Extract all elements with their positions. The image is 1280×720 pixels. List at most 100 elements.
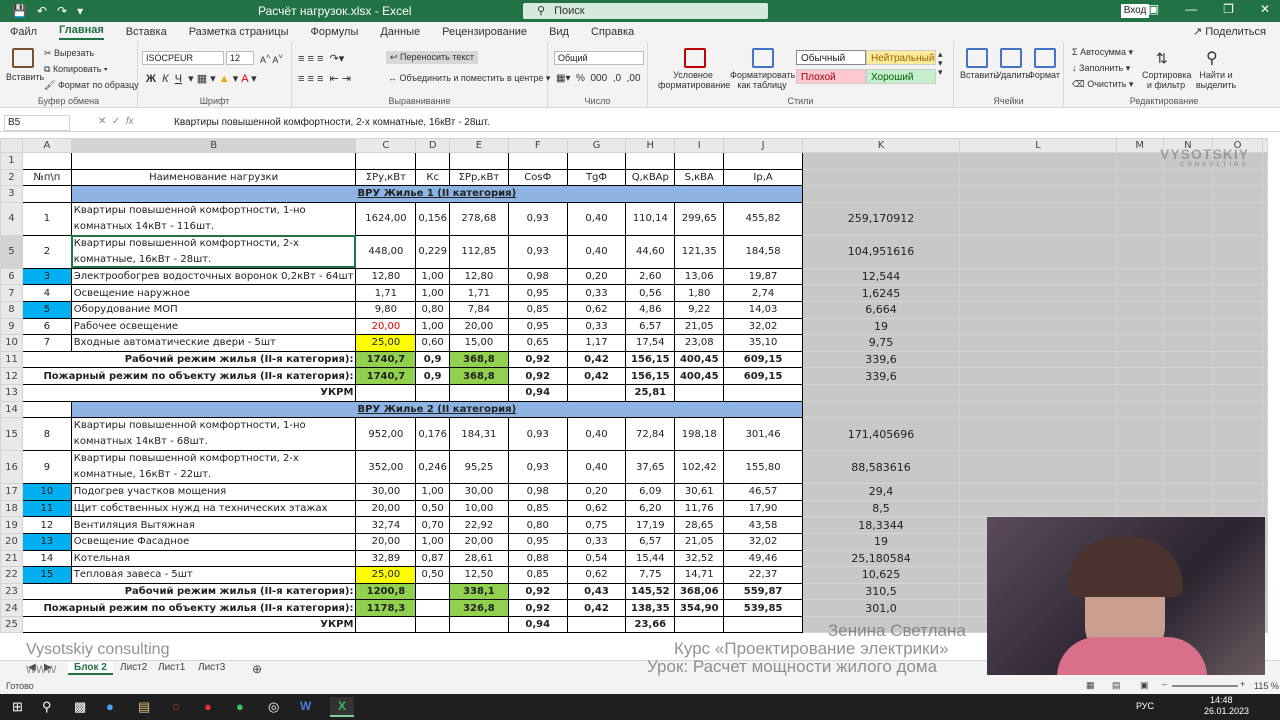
total-tg-cell[interactable]: 0,42 [566,367,627,385]
find-select-button[interactable]: Найти и выделить [1192,70,1240,90]
format-cells-button[interactable]: Формат [1028,70,1060,80]
formula-input[interactable]: Квартиры повышенной комфортности, 2-х ко… [174,117,490,128]
cell[interactable] [1212,300,1263,319]
design-power-cell[interactable]: 112,85 [448,234,509,269]
tg-cell[interactable]: 0,33 [566,317,627,336]
apparent-power-cell[interactable]: 9,22 [674,300,725,319]
name-box[interactable]: B5 [4,115,70,131]
cell[interactable] [1262,168,1268,187]
windows-start-icon[interactable]: ⊞ [12,699,23,715]
cos-cell[interactable]: 0,93 [507,417,568,452]
font-grow-shrink-icons[interactable]: A˄ A˅ [260,52,283,65]
current-cell[interactable]: 301,46 [723,417,803,452]
style-good[interactable]: Хороший [866,69,936,84]
current-cell[interactable]: 43,58 [723,516,803,534]
tg-cell[interactable]: 0,40 [566,234,627,269]
total-calc-cell[interactable]: 339,6 [801,367,961,385]
cell[interactable] [723,383,803,402]
find-select-icon[interactable]: ⚲ [1206,48,1218,68]
row-header[interactable]: 11 [0,350,23,369]
chrome-icon[interactable]: ◎ [268,699,279,715]
cell[interactable] [1115,152,1164,170]
cos-cell[interactable]: 0,95 [507,284,568,302]
cell[interactable] [801,400,961,419]
cell[interactable] [801,152,961,170]
number-format-select[interactable]: Общий [554,51,644,65]
sheet-tab-list3[interactable]: Лист3 [198,662,225,673]
column-header[interactable]: B [70,138,357,153]
cell[interactable] [1262,417,1268,452]
cell[interactable] [1212,499,1263,518]
ukrm-label-cell[interactable]: УКРМ [21,383,357,402]
installed-power-cell[interactable]: 32,89 [355,549,417,568]
installed-power-cell[interactable]: 12,80 [355,267,417,286]
cos-cell[interactable]: 0,98 [507,483,568,501]
installed-power-cell[interactable]: 448,00 [355,234,417,269]
cell[interactable] [959,185,1117,203]
design-power-cell[interactable]: 278,68 [448,201,509,236]
cos-cell[interactable]: 0,80 [507,516,568,534]
total-s-cell[interactable]: 354,90 [674,599,725,617]
calc-cell[interactable]: 6,664 [801,300,961,319]
style-normal[interactable]: Обычный [796,50,866,65]
design-power-cell[interactable]: 15,00 [448,334,509,352]
cell[interactable] [1162,168,1214,187]
tg-cell[interactable]: 0,40 [566,417,627,452]
row-header[interactable]: 10 [0,334,23,352]
installed-power-cell[interactable]: 952,00 [355,417,417,452]
total-design-cell[interactable]: 368,8 [448,367,509,385]
cell[interactable] [674,383,725,402]
current-cell[interactable]: 19,87 [723,267,803,286]
close-icon[interactable]: ✕ [1260,2,1270,16]
apparent-power-cell[interactable]: 30,61 [674,483,725,501]
demand-factor-cell[interactable]: 0,50 [415,566,450,584]
cell[interactable] [1162,185,1214,203]
style-bad[interactable]: Плохой [796,69,866,84]
calc-cell[interactable]: 19 [801,317,961,336]
cell[interactable] [1115,185,1164,203]
design-power-cell[interactable]: 12,80 [448,267,509,286]
cell[interactable] [723,152,803,170]
total-s-cell[interactable]: 400,45 [674,350,725,369]
total-label-cell[interactable]: Рабочий режим жилья (II-я категория): [21,582,357,601]
row-number-cell[interactable]: 2 [21,234,72,269]
format-cells-icon[interactable] [1034,48,1056,68]
load-name-cell[interactable]: Оборудование МОП [70,300,357,319]
load-name-cell[interactable]: Подогрев участков мощения [70,483,357,501]
current-cell[interactable]: 17,90 [723,499,803,518]
reactive-power-cell[interactable]: 72,84 [625,417,676,452]
cell[interactable] [1262,400,1268,419]
row-header[interactable]: 18 [0,499,23,518]
cell[interactable] [674,152,725,170]
column-header[interactable]: F [507,138,568,153]
total-q-cell[interactable]: 156,15 [625,367,676,385]
cell[interactable] [959,284,1117,302]
column-title-cell[interactable]: №п\п [21,168,72,187]
cell[interactable] [1262,383,1268,402]
cell[interactable] [674,615,725,634]
cell[interactable] [1212,284,1263,302]
cell[interactable] [959,234,1117,269]
current-cell[interactable]: 32,02 [723,532,803,551]
view-break-icon[interactable]: ▣ [1140,680,1149,691]
load-name-cell[interactable]: Входные автоматические двери - 5шт [70,334,357,352]
total-installed-cell[interactable]: 1740,7 [355,350,417,369]
cell[interactable] [70,152,357,170]
cell[interactable] [1115,300,1164,319]
cell[interactable] [1212,383,1263,402]
row-number-cell[interactable]: 15 [21,566,72,584]
delete-cells-button[interactable]: Удалить [996,70,1030,80]
cell[interactable] [1262,234,1268,269]
design-power-cell[interactable]: 184,31 [448,417,509,452]
reactive-power-cell[interactable]: 2,60 [625,267,676,286]
reactive-power-cell[interactable]: 17,54 [625,334,676,352]
vertical-align-icons[interactable]: ≡ ≡ ≡ ↷▾ [298,52,344,65]
column-header[interactable]: A [21,138,72,153]
cell[interactable] [959,417,1117,452]
number-format-icons[interactable]: ▦▾ % 000 ,0 ,00 [556,73,641,84]
cell[interactable] [1115,334,1164,352]
design-power-cell[interactable]: 20,00 [448,532,509,551]
total-i-cell[interactable]: 609,15 [723,350,803,369]
cell[interactable] [1162,334,1214,352]
word-icon[interactable]: W [300,699,311,713]
